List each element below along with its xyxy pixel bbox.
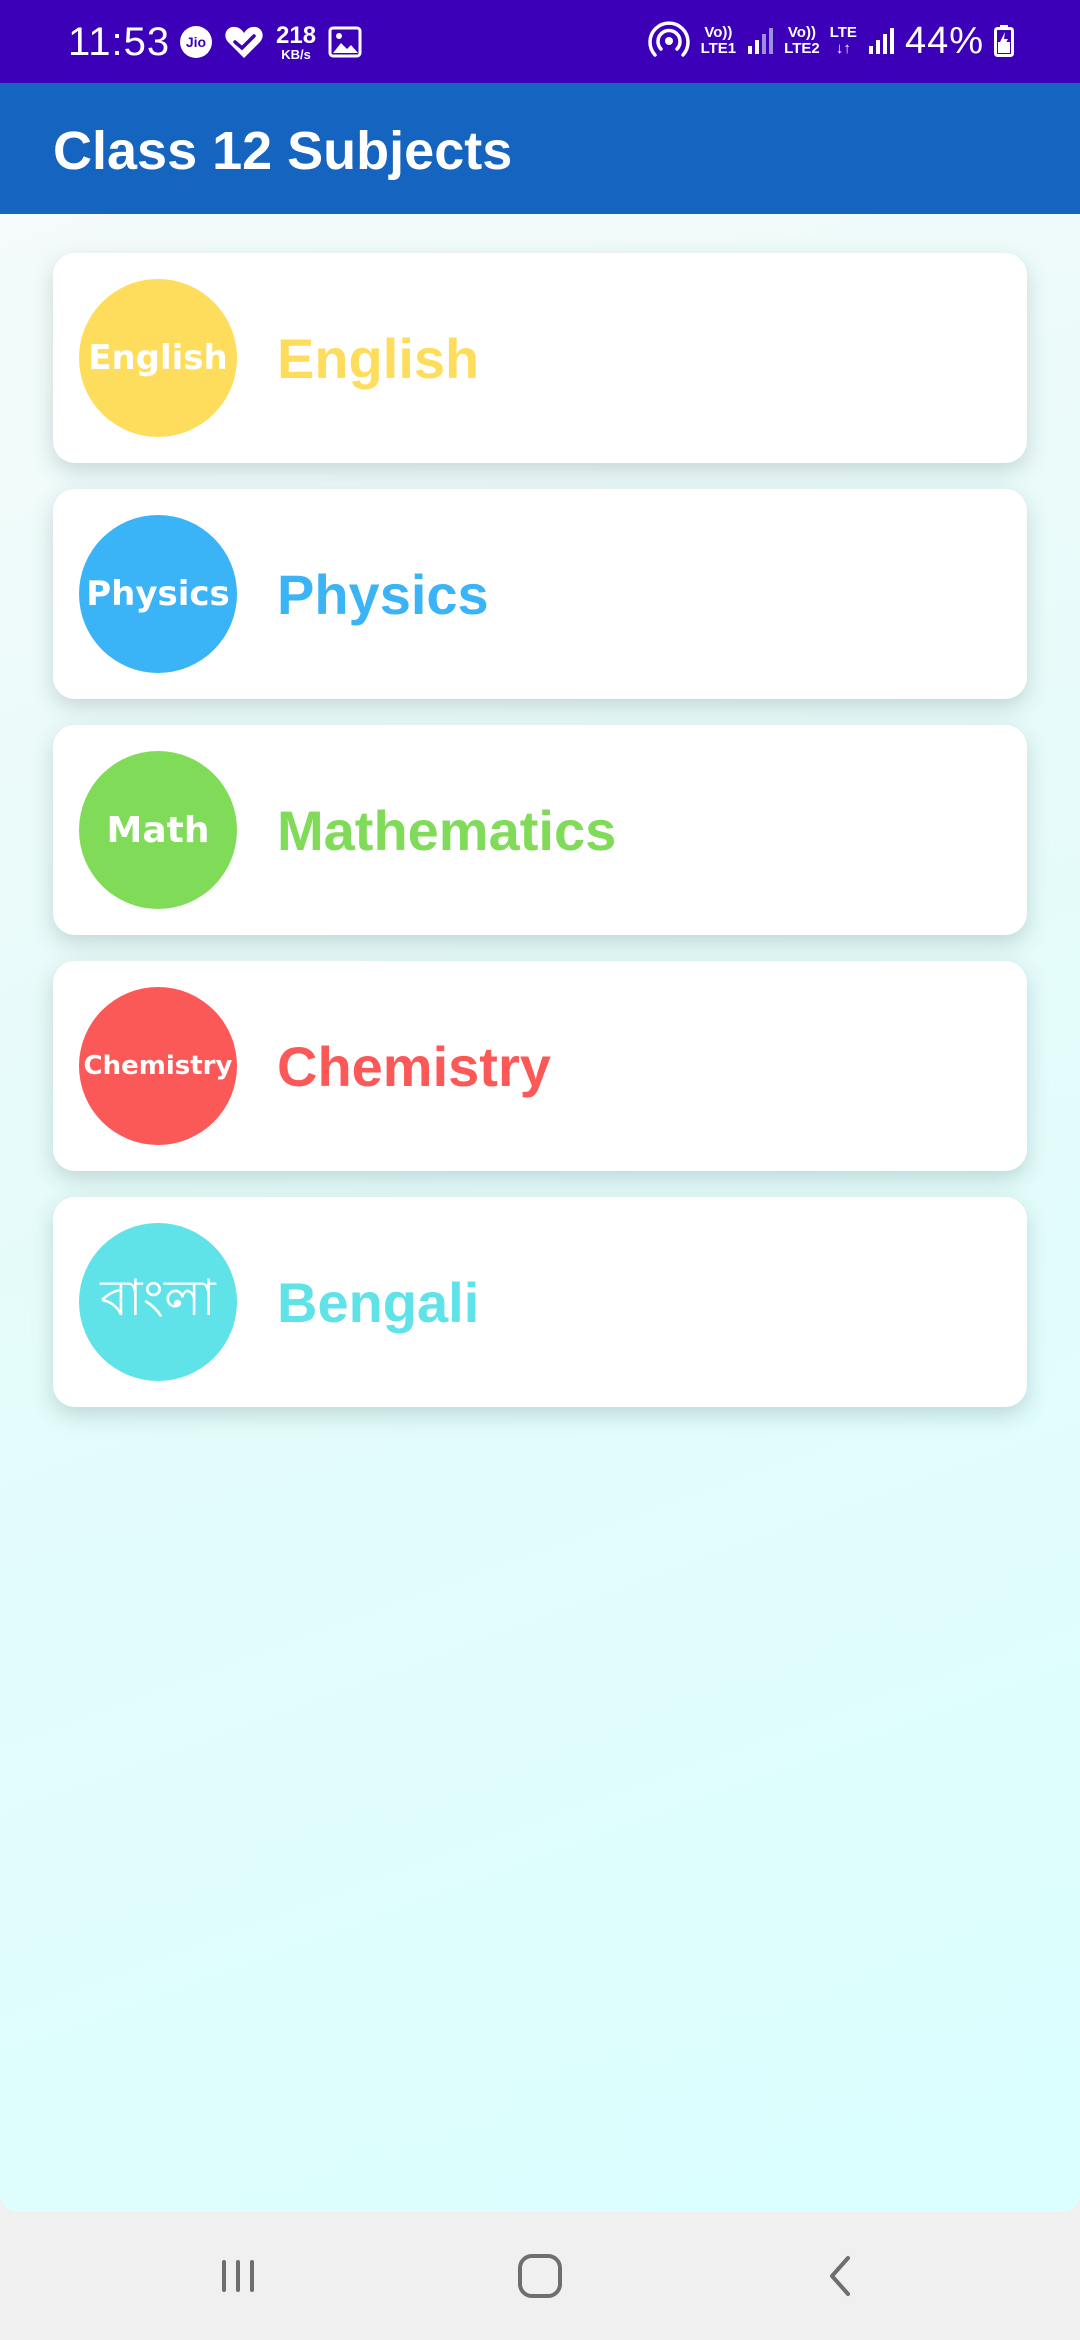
status-time: 11:53 <box>68 20 171 64</box>
navigation-bar <box>0 2212 1080 2340</box>
jio-icon: Jio <box>180 26 212 58</box>
subject-badge-text: Chemistry <box>83 1051 233 1081</box>
subject-label: Mathematics <box>277 799 617 862</box>
status-left-icons: Jio 218 KB/s <box>180 20 362 64</box>
subject-label: Chemistry <box>277 1035 551 1098</box>
subject-card-mathematics[interactable]: Math Mathematics <box>53 725 1027 935</box>
subject-badge: Math <box>79 751 237 909</box>
page-title: Class 12 Subjects <box>53 121 513 181</box>
signal-icon <box>868 28 894 54</box>
subject-list: English English Physics Physics Math Mat… <box>0 214 1080 2212</box>
subject-badge-text: Math <box>106 809 210 851</box>
subject-badge: বাংলা <box>79 1223 237 1381</box>
data-arrows-icon: ↓↑ <box>835 40 851 57</box>
status-bar: 11:53 Jio 218 KB/s Vo)) LTE1 Vo)) LTE2 L… <box>0 0 1080 83</box>
subject-label: English <box>277 327 480 390</box>
home-button[interactable] <box>480 2232 600 2320</box>
sim2-lte: LTE2 <box>784 40 820 57</box>
lte-indicator: LTE ↓↑ <box>830 25 857 57</box>
app-bar: Class 12 Subjects <box>0 83 1080 214</box>
subject-card-physics[interactable]: Physics Physics <box>53 489 1027 699</box>
heart-check-icon <box>225 26 263 58</box>
subject-badge: Chemistry <box>79 987 237 1145</box>
hotspot-icon <box>647 21 690 57</box>
subject-badge: Physics <box>79 515 237 673</box>
sim2-volte: Vo)) <box>787 24 816 41</box>
screen: 11:53 Jio 218 KB/s Vo)) LTE1 Vo)) LTE2 L… <box>0 0 1080 2340</box>
subject-label: Physics <box>277 563 489 626</box>
lte-label: LTE <box>829 24 857 41</box>
speed-unit: KB/s <box>281 46 311 62</box>
subject-badge-text: বাংলা <box>100 1268 216 1327</box>
subject-badge-text: English <box>88 338 228 378</box>
sim1-volte: Vo)) <box>704 24 733 41</box>
speed-value: 218 <box>276 21 317 49</box>
recents-icon <box>222 2260 254 2292</box>
signal-icon <box>748 28 774 54</box>
subject-card-bengali[interactable]: বাংলা Bengali <box>53 1197 1027 1407</box>
battery-percent: 44% <box>904 19 984 62</box>
subject-badge-text: Physics <box>86 574 230 614</box>
subject-card-chemistry[interactable]: Chemistry Chemistry <box>53 961 1027 1171</box>
subject-card-english[interactable]: English English <box>53 253 1027 463</box>
back-icon <box>830 2256 850 2296</box>
status-right-icons: Vo)) LTE1 Vo)) LTE2 LTE ↓↑ 44% <box>647 16 1014 66</box>
subject-label: Bengali <box>277 1271 480 1334</box>
battery-icon <box>994 25 1014 57</box>
back-button[interactable] <box>782 2232 902 2320</box>
sim2-indicator: Vo)) LTE2 <box>784 25 820 57</box>
home-icon <box>518 2254 562 2298</box>
gallery-icon <box>328 26 362 58</box>
sim1-indicator: Vo)) LTE1 <box>701 25 737 57</box>
network-speed: 218 KB/s <box>276 21 317 62</box>
recents-button[interactable] <box>178 2232 298 2320</box>
subject-badge: English <box>79 279 237 437</box>
sim1-lte: LTE1 <box>700 40 737 57</box>
